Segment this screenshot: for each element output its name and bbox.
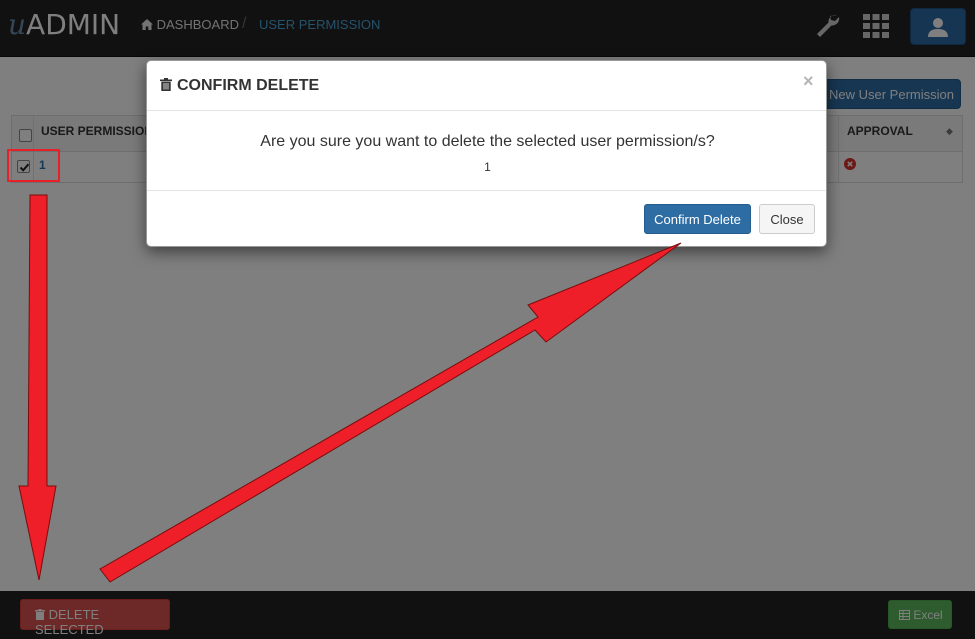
modal-title: CONFIRM DELETE [177,77,320,94]
modal-footer: Confirm Delete Close [147,191,826,247]
close-icon[interactable]: × [803,71,814,92]
confirm-delete-button[interactable]: Confirm Delete [644,204,751,234]
modal-header: CONFIRM DELETE × [147,61,826,111]
modal-body: Are you sure you want to delete the sele… [147,111,826,191]
trash-icon [160,78,172,91]
confirm-message: Are you sure you want to delete the sele… [260,133,715,150]
selected-ids: 1 [484,160,491,174]
close-button[interactable]: Close [759,204,815,234]
annotation-highlight-box [7,149,60,182]
confirm-delete-dialog: CONFIRM DELETE × Are you sure you want t… [146,60,827,247]
